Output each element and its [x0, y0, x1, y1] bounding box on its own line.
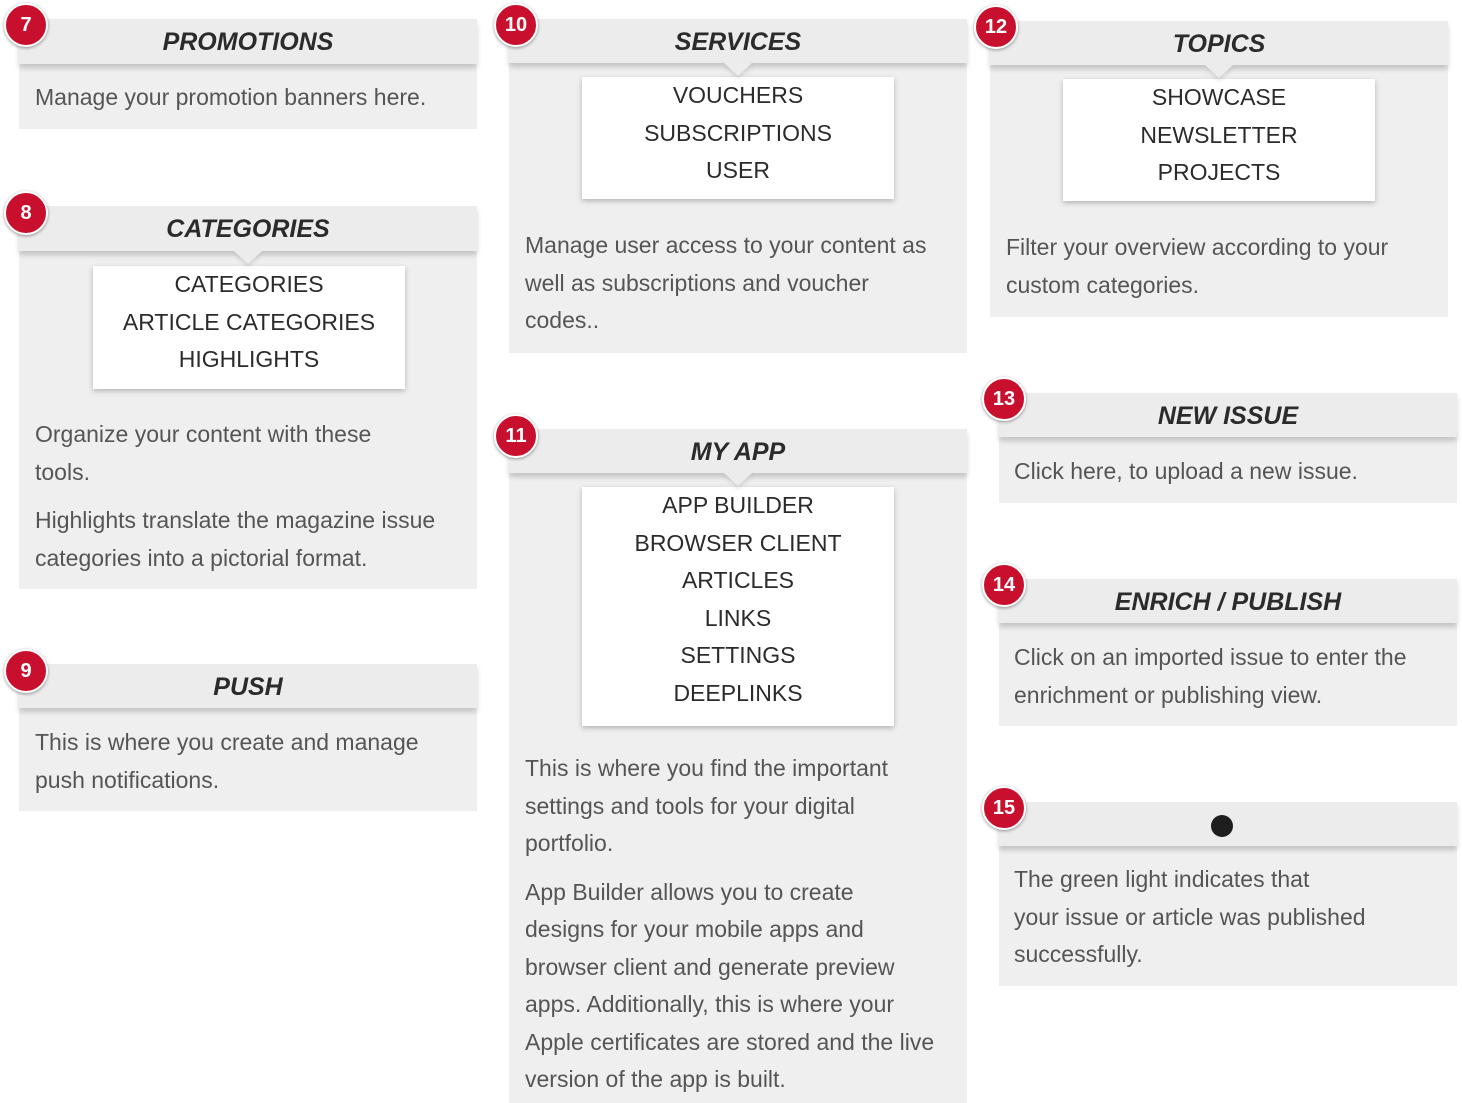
- my-app-number-badge: 11: [494, 414, 538, 458]
- new-issue-title: NEW ISSUE: [1157, 402, 1299, 430]
- categories-description-2: Highlights translate the magazine issue …: [35, 507, 436, 571]
- categories-header: CATEGORIES: [19, 206, 477, 251]
- new-issue-card: NEW ISSUE Click here, to upload a new is…: [999, 393, 1457, 503]
- services-description-text: Manage user access to your content as we…: [525, 232, 927, 333]
- new-issue-number-badge: 13: [982, 377, 1026, 421]
- services-description: Manage user access to your content as we…: [525, 227, 945, 340]
- services-menu: VOUCHERS SUBSCRIPTIONS USER: [582, 77, 894, 199]
- push-title: PUSH: [213, 673, 283, 701]
- status-light-description: The green light indicates that your issu…: [1014, 861, 1450, 974]
- promotions-header: PROMOTIONS: [19, 19, 477, 64]
- menu-item-settings[interactable]: SETTINGS: [582, 637, 894, 675]
- topics-number-badge: 12: [974, 5, 1018, 49]
- topics-description: Filter your overview according to your c…: [1006, 229, 1442, 304]
- menu-item-newsletter[interactable]: NEWSLETTER: [1063, 117, 1375, 155]
- status-light-line-2: your issue or article was published: [1014, 903, 1366, 930]
- push-description: This is where you create and manage push…: [35, 724, 455, 799]
- categories-description: Organize your content with these tools. …: [35, 416, 471, 577]
- topics-description-text: Filter your overview according to your c…: [1006, 234, 1389, 298]
- menu-item-highlights[interactable]: HIGHLIGHTS: [93, 341, 405, 379]
- topics-header: TOPICS: [990, 21, 1448, 65]
- topics-menu: SHOWCASE NEWSLETTER PROJECTS: [1063, 79, 1375, 201]
- menu-item-links[interactable]: LINKS: [582, 600, 894, 638]
- services-card: SERVICES VOUCHERS SUBSCRIPTIONS USER Man…: [509, 19, 967, 353]
- push-header: PUSH: [19, 664, 477, 708]
- menu-item-projects[interactable]: PROJECTS: [1063, 154, 1375, 192]
- my-app-card: MY APP APP BUILDER BROWSER CLIENT ARTICL…: [509, 429, 967, 1103]
- menu-item-app-builder[interactable]: APP BUILDER: [582, 487, 894, 525]
- enrich-publish-title: ENRICH / PUBLISH: [1114, 588, 1342, 616]
- categories-card: CATEGORIES CATEGORIES ARTICLE CATEGORIES…: [19, 206, 477, 589]
- new-issue-description: Click here, to upload a new issue.: [1014, 453, 1450, 491]
- push-card: PUSH This is where you create and manage…: [19, 664, 477, 811]
- categories-menu: CATEGORIES ARTICLE CATEGORIES HIGHLIGHTS: [93, 266, 405, 389]
- menu-item-browser-client[interactable]: BROWSER CLIENT: [582, 525, 894, 563]
- enrich-publish-number-badge: 14: [982, 563, 1026, 607]
- new-issue-description-text: Click here, to upload a new issue.: [1014, 458, 1358, 484]
- services-title: SERVICES: [674, 28, 802, 56]
- categories-title: CATEGORIES: [166, 215, 330, 243]
- enrich-publish-header: ENRICH / PUBLISH: [999, 579, 1457, 623]
- menu-item-categories[interactable]: CATEGORIES: [93, 266, 405, 304]
- services-header: SERVICES: [509, 19, 967, 63]
- promotions-description: Manage your promotion banners here.: [35, 79, 465, 117]
- enrich-publish-description-text: Click on an imported issue to enter the …: [1014, 644, 1407, 708]
- topics-card: TOPICS SHOWCASE NEWSLETTER PROJECTS Filt…: [990, 21, 1448, 317]
- menu-item-subscriptions[interactable]: SUBSCRIPTIONS: [582, 115, 894, 153]
- my-app-description-2: App Builder allows you to create designs…: [525, 878, 935, 1093]
- my-app-description-1: This is where you find the important set…: [525, 755, 889, 856]
- promotions-description-text: Manage your promotion banners here.: [35, 84, 427, 110]
- menu-item-user[interactable]: USER: [582, 152, 894, 190]
- status-light-card: The green light indicates that your issu…: [999, 802, 1457, 986]
- my-app-menu: APP BUILDER BROWSER CLIENT ARTICLES LINK…: [582, 487, 894, 726]
- enrich-publish-description: Click on an imported issue to enter the …: [1014, 639, 1450, 714]
- new-issue-header: NEW ISSUE: [999, 393, 1457, 437]
- my-app-header: MY APP: [509, 429, 967, 473]
- promotions-card: PROMOTIONS Manage your promotion banners…: [19, 19, 477, 129]
- enrich-publish-card: ENRICH / PUBLISH Click on an imported is…: [999, 579, 1457, 726]
- status-light-number-badge: 15: [982, 786, 1026, 830]
- categories-description-1: Organize your content with these tools.: [35, 421, 372, 485]
- menu-item-article-categories[interactable]: ARTICLE CATEGORIES: [93, 304, 405, 342]
- status-light-line-1: The green light indicates that: [1014, 866, 1310, 892]
- categories-number-badge: 8: [4, 191, 48, 235]
- menu-item-showcase[interactable]: SHOWCASE: [1063, 79, 1375, 117]
- services-number-badge: 10: [494, 3, 538, 47]
- promotions-number-badge: 7: [4, 3, 48, 47]
- my-app-description: This is where you find the important set…: [525, 750, 935, 1099]
- menu-item-articles[interactable]: ARTICLES: [582, 562, 894, 600]
- menu-item-vouchers[interactable]: VOUCHERS: [582, 77, 894, 115]
- push-number-badge: 9: [4, 649, 48, 693]
- promotions-title: PROMOTIONS: [162, 28, 334, 56]
- my-app-title: MY APP: [690, 438, 786, 466]
- status-light-line-3: successfully.: [1014, 941, 1143, 967]
- status-light-header: [999, 802, 1457, 846]
- topics-title: TOPICS: [1172, 30, 1266, 58]
- push-description-text: This is where you create and manage push…: [35, 729, 419, 793]
- menu-item-deeplinks[interactable]: DEEPLINKS: [582, 675, 894, 713]
- status-dot-icon: [1211, 815, 1233, 837]
